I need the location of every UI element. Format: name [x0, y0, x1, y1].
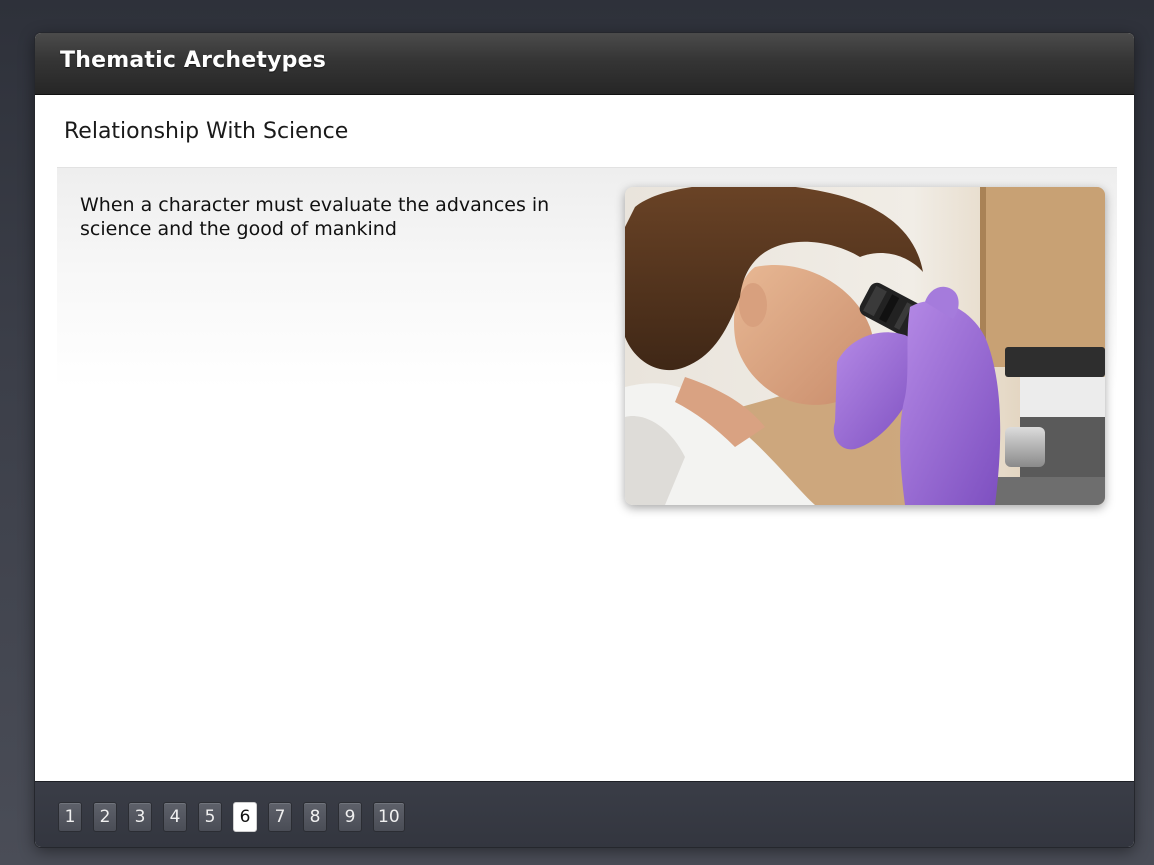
page-button-6-current[interactable]: 6 — [233, 802, 257, 832]
slide-content: Relationship With Science When a charact… — [35, 95, 1134, 781]
slide-heading: Relationship With Science — [64, 119, 349, 144]
page-button-1[interactable]: 1 — [58, 802, 82, 832]
page-selector: 1 2 3 4 5 6 7 8 9 10 — [58, 802, 405, 832]
scientist-microscope-image — [625, 187, 1105, 505]
page-button-9[interactable]: 9 — [338, 802, 362, 832]
course-title: Thematic Archetypes — [60, 48, 327, 73]
page-button-7[interactable]: 7 — [268, 802, 292, 832]
course-player-window: Thematic Archetypes Relationship With Sc… — [35, 33, 1134, 847]
page-button-5[interactable]: 5 — [198, 802, 222, 832]
page-button-8[interactable]: 8 — [303, 802, 327, 832]
page-button-2[interactable]: 2 — [93, 802, 117, 832]
page-button-4[interactable]: 4 — [163, 802, 187, 832]
page-button-10[interactable]: 10 — [373, 802, 405, 832]
title-bar: Thematic Archetypes — [35, 33, 1134, 95]
slide-body-text: When a character must evaluate the advan… — [80, 194, 550, 240]
page-button-3[interactable]: 3 — [128, 802, 152, 832]
slide-navigation-bar: 1 2 3 4 5 6 7 8 9 10 — [35, 781, 1134, 847]
